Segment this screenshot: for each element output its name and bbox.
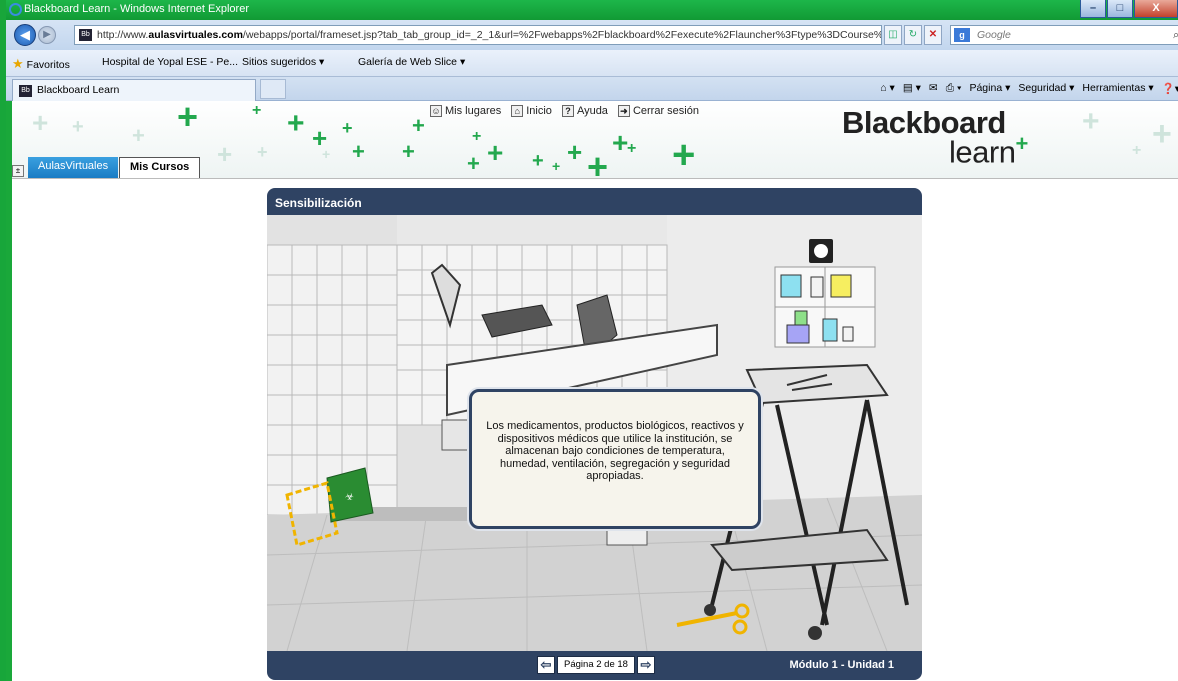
url-prefix: http://www. [97, 29, 149, 41]
link-label: Ayuda [576, 105, 608, 117]
tab-blackboard[interactable]: Bb Blackboard Learn [12, 79, 256, 101]
maximize-button[interactable]: □ [1107, 0, 1133, 18]
title-bar: Blackboard Learn - Windows Internet Expl… [6, 0, 1178, 20]
favorites-label: Favoritos [26, 59, 70, 71]
scene-illustration: ☣ Los medicamentos, productos biológicos… [267, 215, 922, 651]
logo-plus-icon: + [1015, 131, 1028, 156]
browser-window: Blackboard Learn - Windows Internet Expl… [0, 0, 1178, 681]
page-indicator: Página 2 de 18 [557, 656, 635, 674]
search-icon[interactable]: ⌕ [1173, 26, 1178, 44]
top-links: ☺ Mis lugares ⌂ Inicio ? Ayuda ➜ Cerrar sesi… [430, 105, 699, 118]
site-favicon: Bb [79, 29, 92, 41]
course-player: Sensibilización ☣ Los medicamentos, prod… [267, 188, 922, 680]
command-bar: ⌂ ▾ ▤ ▾ ✉ ⎙ ▾ Página ▾ Seguridad ▾ Herra… [880, 82, 1178, 95]
new-tab-button[interactable] [260, 79, 286, 99]
next-page-button[interactable]: ⇨ [637, 656, 655, 674]
blackboard-header: + + + + + + + + + + + + + + + + + + + + … [12, 101, 1178, 179]
menu-tools[interactable]: Herramientas ▾ [1082, 82, 1153, 95]
logout-link[interactable]: ➜ Cerrar sesión [617, 105, 699, 118]
star-icon: ★ [12, 56, 24, 71]
info-message: Los medicamentos, productos biológicos, … [486, 420, 744, 482]
address-row: ◀ ▶ Bb http://www.aulasvirtuales.com/web… [6, 20, 1178, 50]
menu-page[interactable]: Página ▾ [969, 82, 1010, 95]
favorite-link-webslice[interactable]: Galería de Web Slice ▾ [358, 56, 465, 68]
logo-learn-text: learn [949, 134, 1016, 170]
logout-icon: ➜ [617, 105, 630, 118]
page-content: + + + + + + + + + + + + + + + + + + + + … [12, 101, 1178, 681]
home-icon: ⌂ [511, 105, 524, 118]
link-label: Cerrar sesión [632, 105, 699, 117]
info-dialog: Los medicamentos, productos biológicos, … [469, 389, 761, 529]
user-icon: ☺ [430, 105, 442, 118]
tab-mis-cursos[interactable]: Mis Cursos [119, 157, 201, 178]
url-domain: aulasvirtuales.com [148, 29, 243, 41]
back-button[interactable]: ◀ [14, 24, 36, 46]
favorite-link-hospital[interactable]: Hospital de Yopal ESE - Pe... [102, 56, 238, 68]
home-link[interactable]: ⌂ Inicio [511, 105, 552, 118]
google-icon: g [954, 28, 970, 42]
feeds-icon[interactable]: ▤ ▾ [903, 82, 921, 95]
close-button[interactable]: X [1134, 0, 1178, 18]
help-link[interactable]: ? Ayuda [561, 105, 608, 118]
my-places-link[interactable]: ☺ Mis lugares [430, 105, 502, 118]
stop-icon[interactable]: ✕ [924, 25, 942, 45]
link-label: Inicio [526, 105, 552, 117]
minimize-button[interactable]: – [1080, 0, 1106, 18]
tab-strip: Bb Blackboard Learn ⌂ ▾ ▤ ▾ ✉ ⎙ ▾ Página… [6, 77, 1178, 101]
previous-page-button[interactable]: ⇦ [537, 656, 555, 674]
help-icon: ? [561, 105, 574, 118]
logo-learn: learn+ [949, 131, 1028, 170]
link-label: Mis lugares [445, 105, 502, 117]
help-icon[interactable]: ❓▾ [1162, 82, 1178, 95]
player-footer: ⇦ Página 2 de 18 ⇨ Módulo 1 - Unidad 1 [267, 651, 922, 680]
menu-security[interactable]: Seguridad ▾ [1018, 82, 1074, 95]
favorites-button[interactable]: ★ Favoritos [12, 56, 70, 72]
ie-icon [9, 3, 22, 16]
favorite-link-sitios[interactable]: Sitios sugeridos ▾ [242, 56, 324, 68]
collapse-toggle[interactable]: ± [12, 165, 24, 177]
module-label: Módulo 1 - Unidad 1 [789, 659, 895, 671]
search-input[interactable]: g Google ⌕ [950, 25, 1178, 45]
mail-icon[interactable]: ✉ [929, 82, 938, 95]
compat-view-icon[interactable]: ◫ [884, 25, 902, 45]
tab-favicon: Bb [19, 85, 32, 97]
search-placeholder: Google [977, 29, 1011, 41]
player-title: Sensibilización [275, 196, 362, 210]
url-path: /webapps/portal/frameset.jsp?tab_tab_gro… [242, 29, 882, 41]
favorite-label: Sitios sugeridos ▾ [242, 56, 325, 68]
svg-text:☣: ☣ [345, 492, 354, 503]
refresh-icon[interactable]: ↻ [904, 25, 922, 45]
address-input[interactable]: Bb http://www.aulasvirtuales.com/webapps… [74, 25, 882, 45]
tab-aulas-virtuales[interactable]: AulasVirtuales [28, 157, 119, 178]
favorite-label: Hospital de Yopal ESE - Pe... [102, 56, 239, 68]
tab-label: Blackboard Learn [37, 84, 120, 96]
window-title: Blackboard Learn - Windows Internet Expl… [24, 3, 249, 15]
forward-button[interactable]: ▶ [38, 26, 56, 44]
home-icon[interactable]: ⌂ ▾ [880, 82, 895, 95]
print-icon[interactable]: ⎙ ▾ [946, 82, 962, 95]
favorite-label: Galería de Web Slice ▾ [358, 56, 466, 68]
favorites-bar: ★ Favoritos Hospital de Yopal ESE - Pe...… [6, 50, 1178, 77]
